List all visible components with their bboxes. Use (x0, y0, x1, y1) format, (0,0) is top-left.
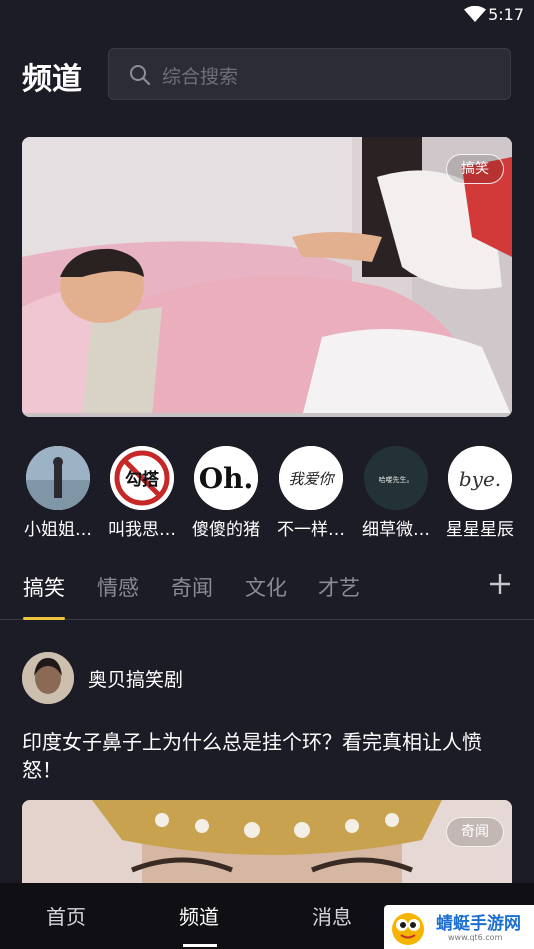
tab-qinggan[interactable]: 情感 (97, 572, 139, 602)
featured-banner[interactable]: 搞笑 (22, 137, 512, 417)
banner-image (22, 137, 512, 417)
channel-item[interactable]: 我爱你 不一样… (266, 446, 356, 540)
avatar-logo-text: 我爱你 (288, 470, 335, 488)
channel-name: 星星星辰 (446, 520, 514, 540)
channel-item[interactable]: 小姐姐… (13, 446, 103, 540)
nav-channels[interactable]: 频道 (179, 901, 219, 930)
watermark-text: 蜻蜓手游网 (436, 914, 521, 934)
channel-item[interactable]: 哈喽先生。 细草微… (351, 446, 441, 540)
search-placeholder: 综合搜索 (162, 66, 239, 88)
status-bar: 5:17 (0, 0, 534, 30)
channel-avatar-row: 小姐姐… 勾搭 叫我思… Oh. 傻傻的猪 我爱你 不一样… 哈喽先生。 细草微… (0, 446, 534, 541)
avatar-logo-text: bye. (459, 467, 501, 491)
author-name[interactable]: 奥贝搞笑剧 (88, 665, 183, 692)
post-title[interactable]: 印度女子鼻子上为什么总是挂个环？看完真相让人愤怒！ (22, 728, 512, 784)
channel-name: 小姐姐… (24, 520, 92, 540)
dragonfly-logo-icon (392, 913, 424, 945)
status-time: 5:17 (488, 5, 524, 24)
avatar-logo-text: 哈喽先生。 (379, 475, 414, 484)
nav-messages[interactable]: 消息 (312, 901, 352, 930)
channel-avatar: Oh. (194, 446, 258, 510)
plus-icon[interactable] (488, 572, 512, 596)
channel-name: 不一样… (277, 520, 345, 540)
site-watermark: 蜻蜓手游网 www.qt6.com (384, 905, 534, 949)
avatar-logo-text: 勾搭 (125, 469, 160, 490)
avatar-logo-text: Oh. (199, 462, 254, 495)
search-icon (130, 65, 151, 86)
tab-qiwen[interactable]: 奇闻 (171, 572, 213, 602)
page-title: 频道 (22, 62, 82, 97)
channel-item[interactable]: 勾搭 叫我思… (97, 446, 187, 540)
banner-category-tag: 搞笑 (446, 154, 504, 184)
channel-name: 细草微… (362, 520, 430, 540)
post-category-tag: 奇闻 (446, 817, 504, 847)
active-nav-indicator (183, 944, 217, 947)
tab-wenhua[interactable]: 文化 (245, 572, 287, 602)
channel-avatar: bye. (448, 446, 512, 510)
search-input[interactable]: 综合搜索 (108, 48, 511, 100)
active-tab-indicator (23, 617, 65, 620)
channel-item[interactable]: Oh. 傻傻的猪 (181, 446, 271, 540)
nav-home[interactable]: 首页 (46, 901, 86, 930)
channel-avatar (26, 446, 90, 510)
watermark-url: www.qt6.com (448, 933, 503, 942)
channel-name: 傻傻的猪 (192, 520, 260, 540)
author-avatar[interactable] (22, 652, 74, 704)
channel-avatar: 勾搭 (110, 446, 174, 510)
tab-caiyi[interactable]: 才艺 (318, 572, 360, 602)
tab-gaoxiao[interactable]: 搞笑 (23, 572, 65, 602)
channel-name: 叫我思… (108, 520, 176, 540)
wifi-icon (464, 6, 486, 22)
header: 频道 综合搜索 (0, 48, 534, 100)
category-tabs: 搞笑 情感 奇闻 文化 才艺 (0, 568, 534, 620)
channel-item[interactable]: bye. 星星星辰 (435, 446, 525, 540)
channel-avatar: 哈喽先生。 (364, 446, 428, 510)
channel-avatar: 我爱你 (279, 446, 343, 510)
